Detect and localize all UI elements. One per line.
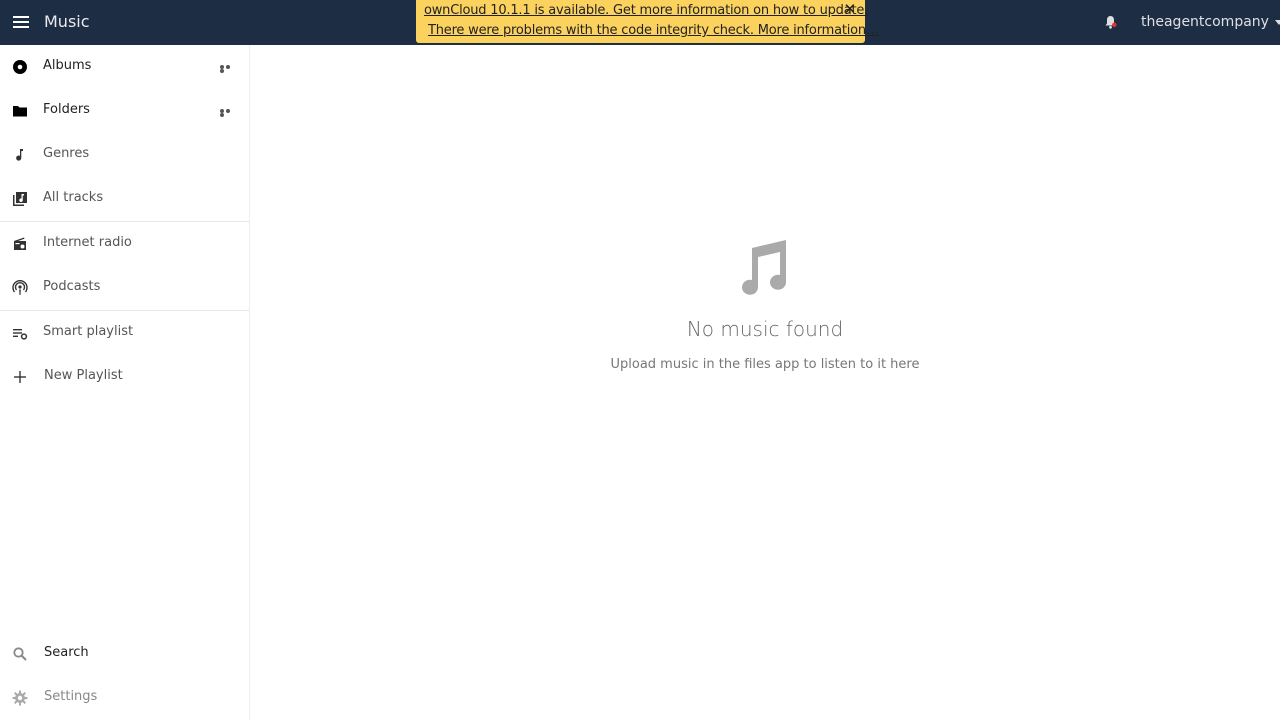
sidebar-item-label: Smart playlist: [43, 324, 134, 339]
integrity-check-link[interactable]: There were problems with the code integr…: [428, 23, 879, 38]
sidebar-item-folders[interactable]: Folders: [0, 89, 249, 133]
caret-down-icon: [1274, 19, 1280, 25]
sidebar-item-label: Settings: [44, 689, 98, 704]
music-note-icon: [742, 240, 787, 295]
sidebar-item-label: Genres: [43, 146, 90, 161]
close-icon[interactable]: ✕: [844, 0, 857, 18]
sidebar-item-smart-playlist[interactable]: Smart playlist: [0, 311, 249, 355]
more-options-icon[interactable]: [220, 65, 236, 73]
sidebar: Albums Folders Genres All tracks Interne…: [0, 45, 250, 720]
plus-icon: [14, 371, 26, 383]
app-header: Music ownCloud 10.1.1 is available. Get …: [0, 0, 1280, 45]
sidebar-item-label: Albums: [43, 58, 92, 73]
empty-state-subtitle: Upload music in the files app to listen …: [610, 357, 920, 372]
sidebar-item-label: Search: [44, 645, 89, 660]
app-title: Music: [44, 12, 90, 31]
music-note-icon: [16, 149, 23, 161]
user-menu[interactable]: theagentcompany: [1141, 14, 1280, 30]
new-playlist-button[interactable]: New Playlist: [0, 355, 249, 399]
sidebar-item-label: Podcasts: [43, 279, 101, 294]
search-icon: [13, 647, 27, 661]
sidebar-item-genres[interactable]: Genres: [0, 133, 249, 177]
library-icon: [13, 192, 27, 206]
album-icon: [13, 60, 27, 74]
sidebar-item-podcasts[interactable]: Podcasts: [0, 266, 249, 310]
radio-icon: [14, 237, 26, 250]
sidebar-item-albums[interactable]: Albums: [0, 45, 249, 89]
sidebar-item-label: Internet radio: [43, 235, 132, 250]
sidebar-search[interactable]: Search: [0, 632, 249, 676]
menu-icon[interactable]: [13, 16, 29, 29]
update-notification: ownCloud 10.1.1 is available. Get more i…: [416, 0, 879, 43]
sidebar-item-label: New Playlist: [44, 368, 123, 383]
main-content: No music found Upload music in the files…: [250, 45, 1280, 720]
username: theagentcompany: [1141, 14, 1269, 30]
sidebar-item-label: All tracks: [43, 190, 104, 205]
sidebar-item-label: Folders: [43, 102, 90, 117]
podcast-icon: [12, 280, 28, 295]
sidebar-item-all-tracks[interactable]: All tracks: [0, 177, 249, 221]
empty-state-title: No music found: [686, 317, 844, 341]
sidebar-item-internet-radio[interactable]: Internet radio: [0, 222, 249, 266]
more-options-icon[interactable]: [220, 109, 236, 117]
folder-icon: [13, 106, 27, 117]
gear-icon: [12, 690, 28, 706]
notifications-bell-icon[interactable]: [1104, 15, 1117, 29]
update-available-link[interactable]: ownCloud 10.1.1 is available. Get more i…: [424, 3, 868, 18]
sidebar-settings[interactable]: Settings: [0, 676, 249, 720]
playlist-settings-icon: [13, 329, 28, 340]
